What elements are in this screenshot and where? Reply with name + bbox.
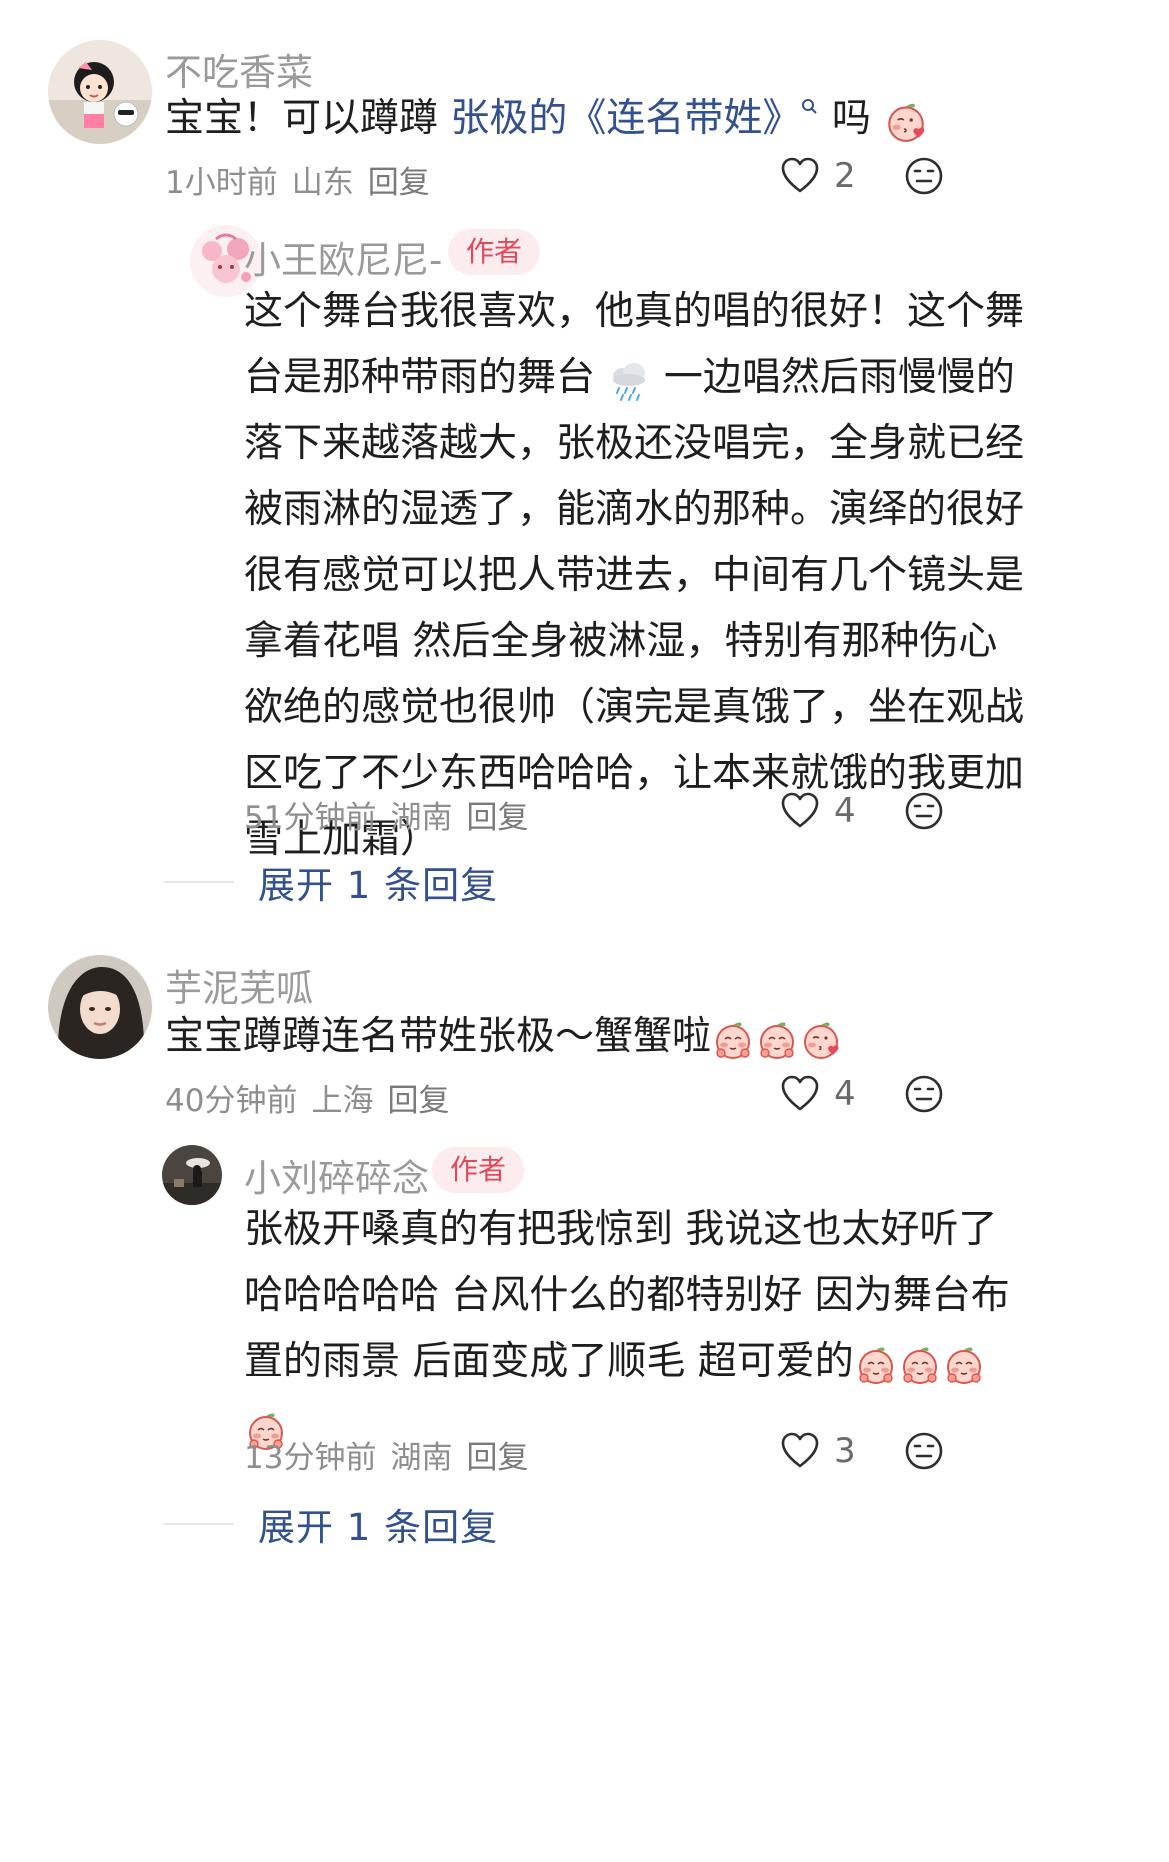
comment-location: 山东 bbox=[291, 165, 354, 201]
reply-text-line: 这个舞台我很喜欢，他真的唱的很好！这个舞 bbox=[244, 289, 1025, 334]
user-avatar[interactable] bbox=[48, 955, 152, 1059]
like-button[interactable]: 2 bbox=[780, 156, 856, 196]
like-count: 2 bbox=[834, 156, 856, 196]
search-suffix-icon[interactable] bbox=[801, 98, 819, 116]
dislike-face-icon[interactable] bbox=[904, 1431, 944, 1471]
peach-kiss-emoji-icon bbox=[883, 98, 929, 144]
comment-text: 宝宝蹲蹲连名带姓张极～蟹蟹啦 bbox=[165, 1004, 843, 1070]
like-count: 4 bbox=[834, 791, 856, 831]
comment-text-suffix: 吗 bbox=[819, 96, 871, 141]
reply-text-line: 被雨淋的湿透了，能滴水的那种。演绎的很好 bbox=[244, 487, 1025, 532]
reply-text-line: 落下来越落越大，张极还没唱完，全身就已经 bbox=[244, 421, 1025, 466]
like-count: 3 bbox=[834, 1431, 856, 1471]
reply-username[interactable]: 小刘碎碎念 bbox=[244, 1148, 429, 1202]
reply-username[interactable]: 小王欧尼尼- bbox=[244, 230, 442, 284]
peach-emoji-icon bbox=[854, 1342, 898, 1386]
peach-emoji-icon bbox=[755, 1017, 799, 1061]
heart-icon[interactable] bbox=[780, 791, 820, 831]
expand-replies-label[interactable]: 展开 1 条回复 bbox=[258, 855, 498, 909]
peach-emoji-icon bbox=[942, 1342, 986, 1386]
author-badge: 作者 bbox=[448, 229, 541, 275]
comment-meta: 1小时前 山东 回复 bbox=[165, 157, 444, 202]
reply-text: 这个舞台我很喜欢，他真的唱的很好！这个舞 台是那种带雨的舞台 一边唱然后雨慢慢的… bbox=[244, 279, 1025, 873]
like-button[interactable]: 4 bbox=[780, 1074, 856, 1114]
reply-button[interactable]: 回复 bbox=[466, 1440, 528, 1476]
like-button[interactable]: 3 bbox=[780, 1431, 856, 1471]
reply-meta: 13分钟前 湖南 回复 bbox=[244, 1432, 542, 1477]
author-badge: 作者 bbox=[432, 1147, 525, 1193]
dislike-face-icon[interactable] bbox=[904, 791, 944, 831]
reply-avatar[interactable] bbox=[162, 1145, 222, 1205]
peach-kiss-emoji-icon bbox=[799, 1017, 843, 1061]
comment-location: 上海 bbox=[311, 1083, 374, 1119]
dislike-face-icon[interactable] bbox=[904, 156, 944, 196]
rain-cloud-icon bbox=[607, 358, 651, 402]
expand-replies-label[interactable]: 展开 1 条回复 bbox=[258, 1497, 498, 1551]
reply-location: 湖南 bbox=[390, 800, 453, 836]
expand-replies[interactable]: 展开 1 条回复 bbox=[164, 1497, 498, 1551]
heart-icon[interactable] bbox=[780, 156, 820, 196]
reply-button[interactable]: 回复 bbox=[466, 800, 528, 836]
reply-text-line: 很有感觉可以把人带进去，中间有几个镜头是 bbox=[244, 553, 1025, 598]
divider bbox=[164, 881, 234, 883]
reply-time: 51分钟前 bbox=[244, 800, 377, 836]
reply-button[interactable]: 回复 bbox=[387, 1083, 449, 1119]
comment-time: 40分钟前 bbox=[165, 1083, 298, 1119]
reply-text-line: 哈哈哈哈哈 台风什么的都特别好 因为舞台布 bbox=[244, 1273, 1010, 1318]
reply-text-segment: 置的雨景 后面变成了顺毛 超可爱的 bbox=[244, 1339, 854, 1384]
like-button[interactable]: 4 bbox=[780, 791, 856, 831]
reply-location: 湖南 bbox=[390, 1440, 453, 1476]
reply-text-line: 张极开嗓真的有把我惊到 我说这也太好听了 bbox=[244, 1207, 998, 1252]
comment-text-prefix: 宝宝！可以蹲蹲 bbox=[165, 96, 451, 141]
expand-replies[interactable]: 展开 1 条回复 bbox=[164, 855, 498, 909]
comment-text-body: 宝宝蹲蹲连名带姓张极～蟹蟹啦 bbox=[165, 1014, 712, 1059]
reply-text-segment: 台是那种带雨的舞台 bbox=[244, 355, 596, 400]
reply-meta: 51分钟前 湖南 回复 bbox=[244, 792, 542, 837]
reply-text-line: 置的雨景 后面变成了顺毛 超可爱的 bbox=[244, 1329, 964, 1395]
dislike-face-icon[interactable] bbox=[904, 1074, 944, 1114]
peach-emoji-icon bbox=[711, 1017, 755, 1061]
comment-meta: 40分钟前 上海 回复 bbox=[165, 1075, 463, 1120]
like-count: 4 bbox=[834, 1074, 856, 1114]
reply-time: 13分钟前 bbox=[244, 1440, 377, 1476]
reply-text-line: 欲绝的感觉也很帅（演完是真饿了，坐在观战 bbox=[244, 685, 1025, 730]
comment-text: 宝宝！可以蹲蹲 张极的《连名带姓》 吗 bbox=[165, 86, 929, 152]
reply-text-line: 台是那种带雨的舞台 一边唱然后雨慢慢的 bbox=[244, 345, 1015, 411]
heart-icon[interactable] bbox=[780, 1074, 820, 1114]
reply-text-segment: 一边唱然后雨慢慢的 bbox=[663, 355, 1015, 400]
comment-time: 1小时前 bbox=[165, 165, 278, 201]
heart-icon[interactable] bbox=[780, 1431, 820, 1471]
peach-emoji-icon bbox=[898, 1342, 942, 1386]
user-avatar[interactable] bbox=[48, 40, 152, 144]
reply-button[interactable]: 回复 bbox=[368, 165, 430, 201]
divider bbox=[164, 1523, 234, 1525]
search-link[interactable]: 张极的《连名带姓》 bbox=[450, 96, 801, 141]
reply-text-line: 拿着花唱 然后全身被淋湿，特别有那种伤心 bbox=[244, 619, 998, 664]
reply-text: 张极开嗓真的有把我惊到 我说这也太好听了 哈哈哈哈哈 台风什么的都特别好 因为舞… bbox=[244, 1197, 1010, 1461]
